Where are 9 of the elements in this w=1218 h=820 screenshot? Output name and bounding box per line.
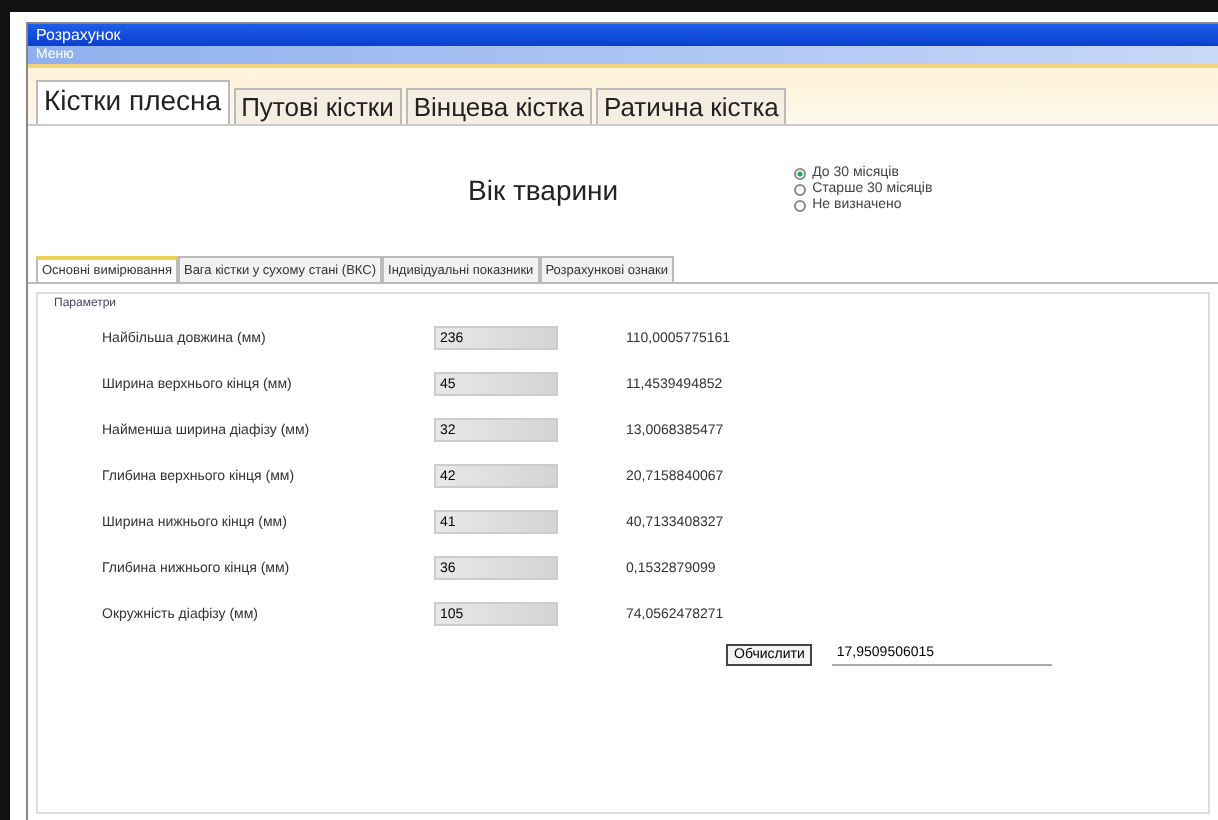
- radio-icon[interactable]: [794, 167, 807, 179]
- tab[interactable]: Вінцева кістка: [405, 88, 592, 124]
- radio-icon[interactable]: [794, 199, 807, 211]
- tab[interactable]: Путові кістки: [233, 88, 402, 124]
- tab[interactable]: Ратична кістка: [595, 88, 787, 124]
- age-heading: Вік тварини: [468, 173, 619, 205]
- tab[interactable]: Кістки плесна: [36, 80, 230, 124]
- window-title: Розрахунок: [36, 26, 121, 44]
- radio-icon[interactable]: [794, 183, 807, 195]
